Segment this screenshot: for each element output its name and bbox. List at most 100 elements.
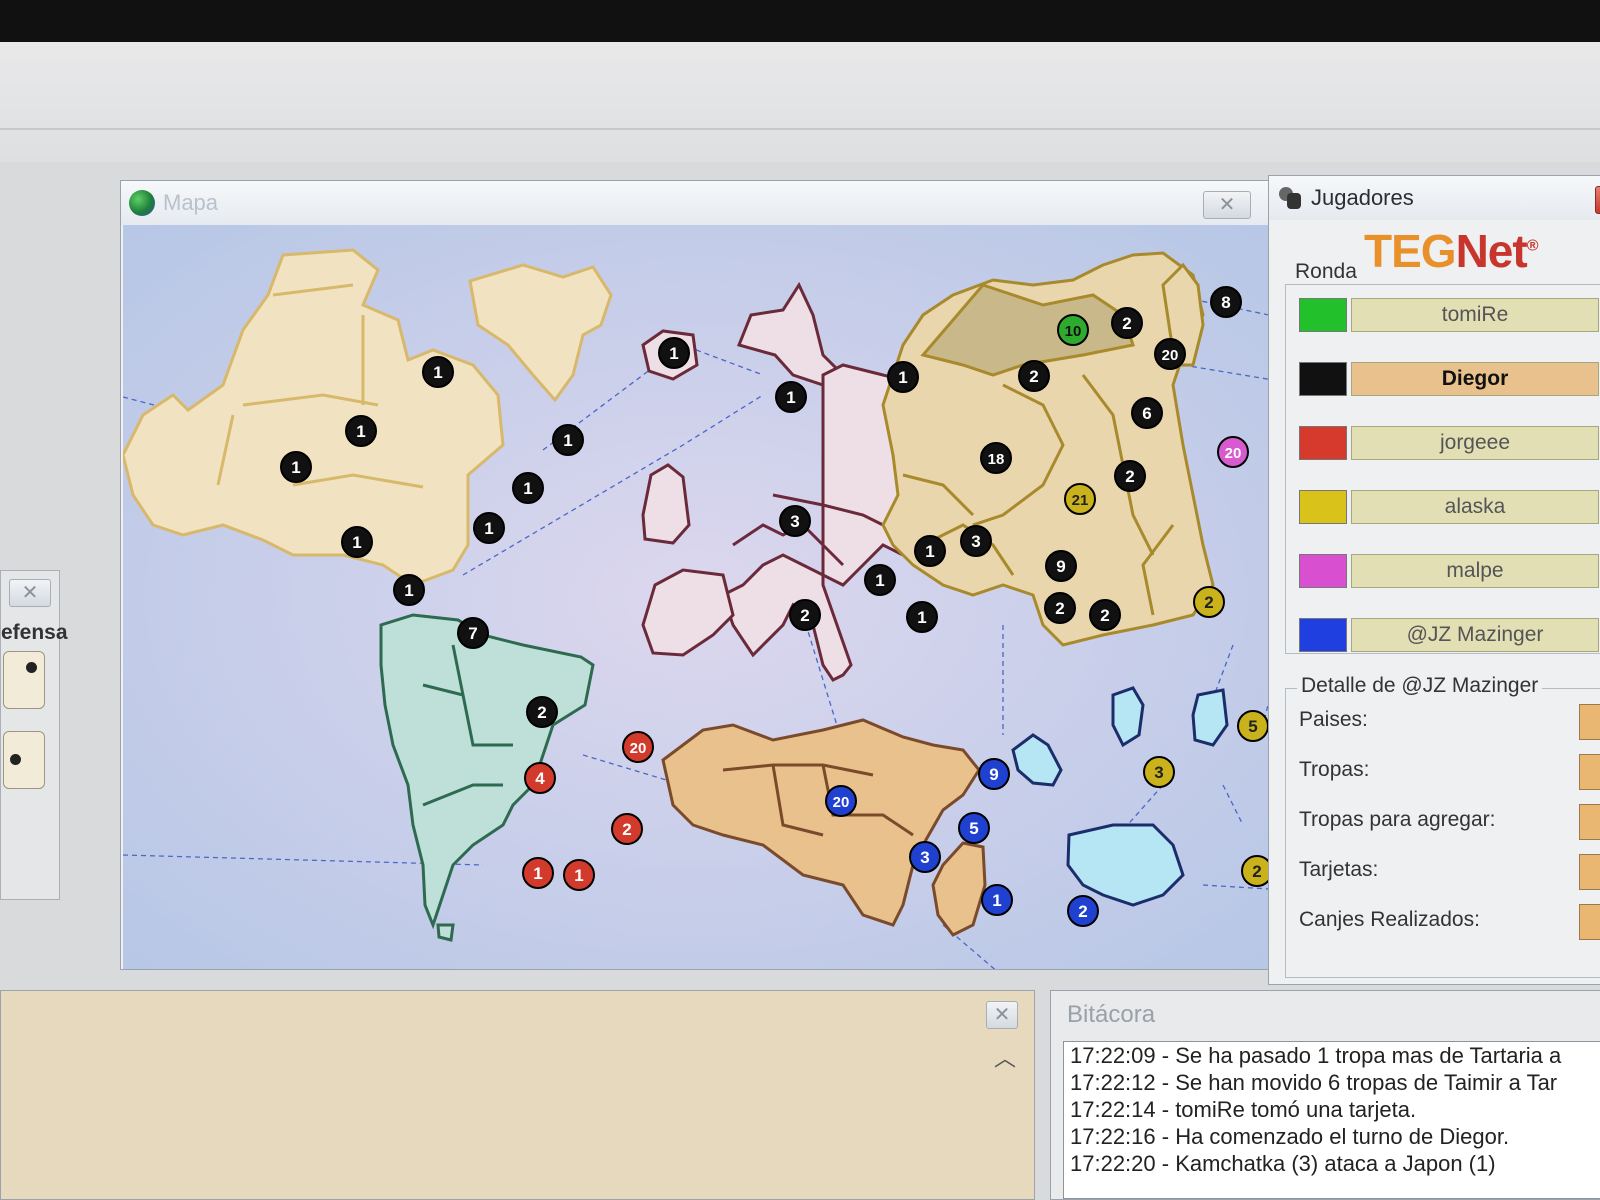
desktop-background: ✕ efensa Mapa ✕ 1 1 1 1 1 1 1 1 7 1 1 3 … xyxy=(0,0,1600,1200)
chat-close-button[interactable]: ✕ xyxy=(986,1001,1018,1029)
army-count: 1 xyxy=(917,608,926,627)
army-marker[interactable]: 3 xyxy=(909,841,941,873)
map-titlebar: Mapa xyxy=(121,181,1269,225)
army-marker[interactable]: 2 xyxy=(1241,855,1269,887)
log-area[interactable]: 17:22:09 - Se ha pasado 1 tropa mas de T… xyxy=(1063,1041,1600,1199)
log-line: 17:22:09 - Se ha pasado 1 tropa mas de T… xyxy=(1070,1043,1562,1068)
player-row[interactable]: @JZ Mazinger xyxy=(1299,618,1599,652)
army-marker[interactable]: 2 xyxy=(789,599,821,631)
log-line: 17:22:14 - tomiRe tomó una tarjeta. xyxy=(1070,1097,1417,1122)
player-color-swatch xyxy=(1299,618,1347,652)
world-map[interactable]: 1111111171132118131110282021622021922222… xyxy=(121,225,1324,986)
round-group xyxy=(1285,284,1600,654)
army-marker[interactable]: 1 xyxy=(422,356,454,388)
army-marker[interactable]: 2 xyxy=(1018,360,1050,392)
army-marker[interactable]: 8 xyxy=(1210,286,1242,318)
round-label: Ronda xyxy=(1291,260,1361,284)
army-marker[interactable]: 20 xyxy=(825,785,857,817)
army-marker[interactable]: 2 xyxy=(1114,460,1146,492)
army-marker[interactable]: 1 xyxy=(512,472,544,504)
army-marker[interactable]: 2 xyxy=(1044,592,1076,624)
army-count: 1 xyxy=(291,458,300,477)
players-close-button[interactable]: ✕ xyxy=(1595,186,1600,214)
army-marker[interactable]: 2 xyxy=(526,696,558,728)
army-marker[interactable]: 1 xyxy=(345,415,377,447)
army-count: 2 xyxy=(537,703,546,722)
player-row[interactable]: tomiRe xyxy=(1299,298,1599,332)
player-row[interactable]: jorgeee xyxy=(1299,426,1599,460)
army-marker[interactable]: 3 xyxy=(779,505,811,537)
army-marker[interactable]: 20 xyxy=(622,731,654,763)
detail-label-item: Tropas para agregar: xyxy=(1299,808,1496,831)
army-marker[interactable]: 1 xyxy=(522,857,554,889)
monitor-bezel xyxy=(0,0,1600,42)
army-marker[interactable]: 1 xyxy=(563,859,595,891)
army-marker[interactable]: 9 xyxy=(1045,550,1077,582)
map-close-button[interactable]: ✕ xyxy=(1203,191,1251,219)
army-count: 6 xyxy=(1142,404,1151,423)
army-marker[interactable]: 1 xyxy=(658,337,690,369)
army-count: 1 xyxy=(533,864,542,883)
army-marker[interactable]: 3 xyxy=(960,525,992,557)
chevron-up-icon[interactable]: ︿ xyxy=(990,1041,1020,1071)
army-count: 20 xyxy=(1225,445,1242,462)
army-marker[interactable]: 2 xyxy=(1111,307,1143,339)
army-marker[interactable]: 18 xyxy=(980,442,1012,474)
army-count: 1 xyxy=(925,542,934,561)
army-count: 2 xyxy=(622,820,631,839)
army-marker[interactable]: 20 xyxy=(1154,338,1186,370)
detail-label: Detalle de @JZ Mazinger xyxy=(1297,674,1543,698)
army-marker[interactable]: 1 xyxy=(887,361,919,393)
army-marker[interactable]: 1 xyxy=(552,424,584,456)
army-count: 3 xyxy=(971,532,980,551)
player-name: tomiRe xyxy=(1351,298,1599,332)
army-marker[interactable]: 4 xyxy=(524,762,556,794)
player-row[interactable]: Diegor xyxy=(1299,362,1599,396)
army-count: 18 xyxy=(988,451,1005,468)
army-marker[interactable]: 20 xyxy=(1217,436,1249,468)
map-title: Mapa xyxy=(163,190,219,215)
army-marker[interactable]: 1 xyxy=(393,574,425,606)
army-marker[interactable]: 1 xyxy=(280,451,312,483)
army-count: 1 xyxy=(404,581,413,600)
army-marker[interactable]: 7 xyxy=(457,617,489,649)
log-line: 17:22:16 - Ha comenzado el turno de Dieg… xyxy=(1070,1124,1510,1149)
army-marker[interactable]: 5 xyxy=(1237,710,1269,742)
army-marker[interactable]: 1 xyxy=(981,884,1013,916)
tegnet-logo: TEGNet® xyxy=(1364,225,1538,277)
army-marker[interactable]: 2 xyxy=(1067,895,1099,927)
army-count: 1 xyxy=(356,422,365,441)
army-marker[interactable]: 10 xyxy=(1057,314,1089,346)
detail-value-box xyxy=(1579,804,1600,840)
army-count: 2 xyxy=(1122,314,1131,333)
army-count: 2 xyxy=(1204,593,1213,612)
detail-value-box xyxy=(1579,704,1600,740)
army-marker[interactable]: 3 xyxy=(1143,756,1175,788)
player-row[interactable]: alaska xyxy=(1299,490,1599,524)
army-marker[interactable]: 2 xyxy=(611,813,643,845)
army-count: 1 xyxy=(574,866,583,885)
army-marker[interactable]: 1 xyxy=(341,526,373,558)
army-marker[interactable]: 1 xyxy=(775,381,807,413)
army-count: 1 xyxy=(875,571,884,590)
army-marker[interactable]: 1 xyxy=(473,512,505,544)
player-color-swatch xyxy=(1299,490,1347,524)
army-marker[interactable]: 1 xyxy=(864,564,896,596)
army-marker[interactable]: 6 xyxy=(1131,397,1163,429)
army-marker[interactable]: 2 xyxy=(1193,586,1225,618)
left-panel-close-button[interactable]: ✕ xyxy=(9,579,51,607)
detail-value-box xyxy=(1579,754,1600,790)
player-color-swatch xyxy=(1299,362,1347,396)
player-name: malpe xyxy=(1351,554,1599,588)
army-marker[interactable]: 1 xyxy=(906,601,938,633)
army-count: 20 xyxy=(1162,347,1179,364)
army-marker[interactable]: 21 xyxy=(1064,483,1096,515)
player-row[interactable]: malpe xyxy=(1299,554,1599,588)
army-marker[interactable]: 5 xyxy=(958,812,990,844)
players-window: Jugadores ✕ TEGNet® Ronda tomiRe Diegor jo… xyxy=(1268,175,1600,985)
army-marker[interactable]: 2 xyxy=(1089,599,1121,631)
map-window: Mapa ✕ 1 1 1 1 1 1 1 1 7 1 1 3 2 1 18 1 … xyxy=(120,180,1324,986)
army-marker[interactable]: 9 xyxy=(978,758,1010,790)
army-count: 1 xyxy=(786,388,795,407)
army-marker[interactable]: 1 xyxy=(914,535,946,567)
